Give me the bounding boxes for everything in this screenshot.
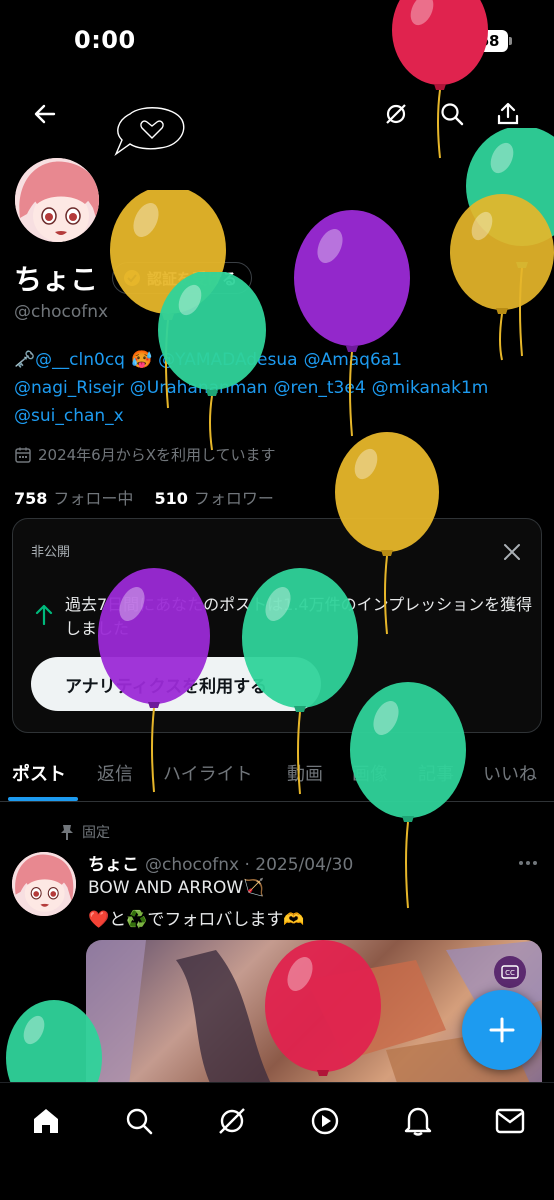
balloon-red [264, 940, 382, 1100]
post-avatar[interactable] [12, 852, 76, 916]
svg-text:CC: CC [505, 969, 515, 977]
mention-link[interactable]: @sui_chan_x [14, 406, 124, 426]
balloon-green [350, 680, 468, 910]
balloon-green [240, 566, 360, 796]
followers-link[interactable]: 510 フォロワー [155, 489, 274, 508]
pinned-indicator: 固定 [60, 822, 110, 842]
handle: @chocofnx [14, 302, 109, 322]
post-text-line: ❤️と♻️でフォロバします🫶 [88, 910, 305, 930]
tab-underline [8, 797, 78, 801]
close-icon[interactable] [499, 539, 525, 565]
balloon-yellow [450, 192, 554, 362]
compose-button[interactable] [462, 990, 542, 1070]
battery-tip [509, 37, 512, 45]
post-meta: @chocofnx · 2025/04/30 [145, 855, 354, 875]
display-name: ちょこ [14, 263, 99, 296]
balloon-purple [96, 566, 212, 794]
arrow-up-icon [35, 603, 53, 625]
mail-icon[interactable] [490, 1101, 530, 1141]
post-author-name[interactable]: ちょこ [88, 855, 139, 875]
pinned-label: 固定 [82, 825, 110, 841]
followers-count: 510 [154, 489, 188, 508]
captions-icon[interactable]: CC [494, 956, 526, 988]
heart-speech-icon [112, 106, 188, 158]
follow-stats: 758 フォロー中 510 フォロワー [14, 485, 274, 509]
grok-icon[interactable] [212, 1101, 252, 1141]
post-header: ちょこ @chocofnx · 2025/04/30 [88, 850, 353, 875]
search-icon[interactable] [119, 1101, 159, 1141]
balloon-purple [292, 208, 412, 438]
back-arrow-icon[interactable] [27, 96, 63, 132]
following-count: 758 [14, 489, 48, 508]
avatar[interactable] [12, 155, 102, 245]
key-icon: 🗝️ [14, 350, 36, 370]
home-icon[interactable] [26, 1101, 66, 1141]
private-label: 非公開 [31, 545, 71, 560]
bottom-nav [0, 1082, 554, 1200]
tab-posts[interactable]: ポスト [12, 760, 66, 786]
following-label: フォロー中 [53, 489, 134, 508]
pin-icon [60, 824, 74, 840]
followers-label: フォロワー [193, 489, 274, 508]
more-options-icon[interactable] [518, 860, 538, 866]
balloon-green [156, 272, 268, 452]
bell-icon[interactable] [398, 1101, 438, 1141]
mention-link[interactable]: @nagi_Risejr [14, 378, 124, 398]
plus-icon [488, 1016, 516, 1044]
video-icon[interactable] [305, 1101, 345, 1141]
following-link[interactable]: 758 フォロー中 [14, 489, 133, 508]
share-icon[interactable] [490, 96, 526, 132]
post-text-line: BOW AND ARROW🏹 [88, 878, 265, 898]
tab-likes[interactable]: いいね [483, 760, 537, 786]
calendar-icon [14, 446, 32, 464]
status-time: 0:00 [74, 26, 136, 54]
